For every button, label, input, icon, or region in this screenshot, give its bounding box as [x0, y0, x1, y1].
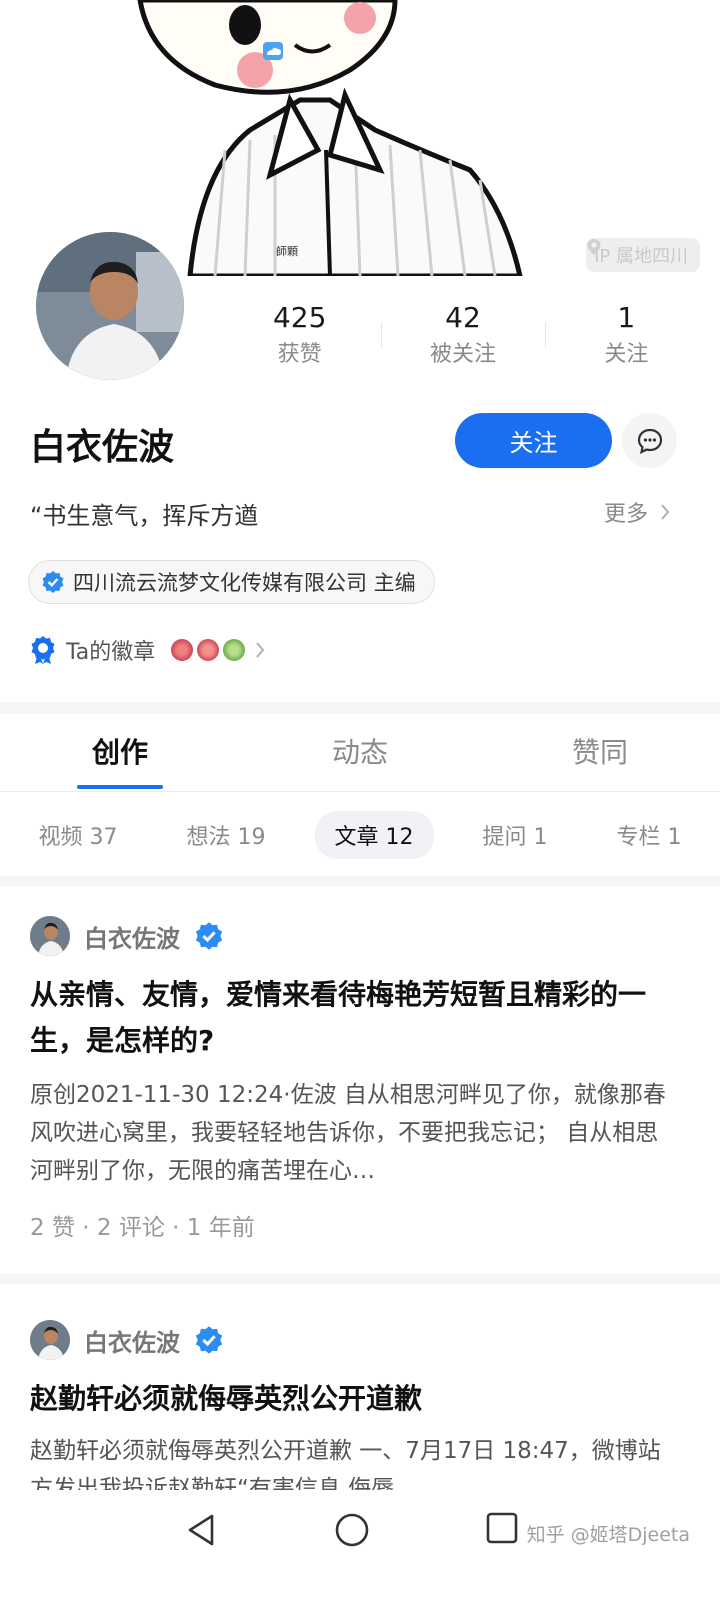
location-pin-icon [587, 239, 601, 255]
medal-icon [31, 636, 55, 664]
tab-creation[interactable]: 创作 [0, 714, 240, 791]
author-avatar [30, 1320, 70, 1360]
stat-label: 获赞 [277, 342, 322, 367]
article-title[interactable]: 从亲情、友情，爱情来看待梅艳芳短暂且精彩的一生，是怎样的? [30, 972, 680, 1064]
org-badge-text: 四川流云流梦文化传媒有限公司 主编 [73, 571, 416, 595]
stat-value: 42 [445, 301, 481, 334]
subtab-questions[interactable]: 提问 1 [463, 811, 568, 859]
profile-bio: “书生意气，挥斥方遒 [30, 502, 259, 530]
stat-followers[interactable]: 42 被关注 [381, 298, 544, 378]
watermark: 知乎 @姬塔Djeeta [526, 1524, 690, 1546]
tab-upvotes[interactable]: 赞同 [480, 714, 720, 791]
profile-name: 白衣佐波 [30, 427, 175, 468]
verified-icon [42, 571, 64, 593]
subtab-thoughts[interactable]: 想法 19 [167, 811, 286, 859]
badges-label: Ta的徽章 [66, 640, 156, 665]
section-divider [0, 702, 720, 714]
article-card[interactable]: 白衣佐波 赵勤轩必须就侮辱英烈公开道歉 赵勤轩必须就侮辱英烈公开道歉 一、7月1… [0, 1284, 720, 1494]
badges-row[interactable]: Ta的徽章 [30, 634, 265, 666]
author-name: 白衣佐波 [84, 924, 180, 953]
avatar-photo [36, 232, 184, 380]
ip-location-text: IP 属地四川 [594, 246, 688, 267]
ip-location-badge: IP 属地四川 [586, 238, 700, 272]
content-filter-tabs: 视频 37 想法 19 文章 12 提问 1 专栏 1 [0, 800, 720, 870]
lightbulb-medal-icon [197, 639, 220, 661]
chat-bubble-icon [637, 428, 662, 454]
thumbs-up-medal-icon [171, 639, 194, 661]
more-link[interactable]: 更多 [604, 496, 670, 528]
follow-button[interactable]: 关注 [455, 413, 612, 468]
message-button[interactable] [622, 413, 677, 468]
article-author[interactable]: 白衣佐波 [30, 916, 224, 956]
article-title[interactable]: 赵勤轩必须就侮辱英烈公开道歉 [30, 1376, 680, 1422]
avatar[interactable] [32, 228, 188, 384]
subtab-columns[interactable]: 专栏 1 [597, 811, 702, 859]
chevron-right-icon [661, 504, 670, 520]
org-badge[interactable]: 四川流云流梦文化传媒有限公司 主编 [28, 560, 435, 604]
stat-likes[interactable]: 425 获赞 [218, 298, 381, 378]
subtab-articles[interactable]: 文章 12 [314, 811, 434, 859]
article-excerpt: 赵勤轩必须就侮辱英烈公开道歉 一、7月17日 18:47，微博站方发出我投诉赵勤… [30, 1438, 661, 1494]
tab-activity[interactable]: 动态 [240, 714, 480, 791]
stat-following[interactable]: 1 关注 [544, 298, 708, 378]
stat-value: 425 [272, 301, 327, 334]
subtab-videos[interactable]: 视频 37 [19, 811, 138, 859]
article-excerpt: 原创2021-11-30 12:24·佐波 自从相思河畔见了你，就像那春风吹进心… [30, 1082, 666, 1184]
author-name: 白衣佐波 [84, 1328, 180, 1357]
medal-list [171, 639, 246, 661]
more-label: 更多 [603, 502, 648, 527]
section-divider [0, 876, 720, 886]
home-icon[interactable] [334, 1512, 370, 1548]
pen-medal-icon [223, 639, 246, 661]
stat-value: 1 [617, 301, 636, 334]
back-icon[interactable] [184, 1512, 220, 1548]
chevron-right-icon [256, 642, 265, 658]
section-divider [0, 1274, 720, 1284]
article-card[interactable]: 白衣佐波 从亲情、友情，爱情来看待梅艳芳短暂且精彩的一生，是怎样的? 原创202… [0, 886, 720, 1274]
verified-icon [195, 1326, 223, 1354]
stat-label: 关注 [604, 342, 649, 367]
verified-icon [195, 922, 223, 950]
recents-icon[interactable] [486, 1512, 518, 1544]
author-avatar [30, 916, 70, 956]
shirt-tag: 師顆 [276, 245, 298, 258]
main-tabs: 创作 动态 赞同 [0, 714, 720, 792]
stat-label: 被关注 [429, 342, 496, 367]
profile-stats: 425 获赞 42 被关注 1 关注 [218, 298, 708, 378]
article-meta: 2 赞 · 2 评论 · 1 年前 [30, 1215, 255, 1241]
article-author[interactable]: 白衣佐波 [30, 1320, 224, 1360]
